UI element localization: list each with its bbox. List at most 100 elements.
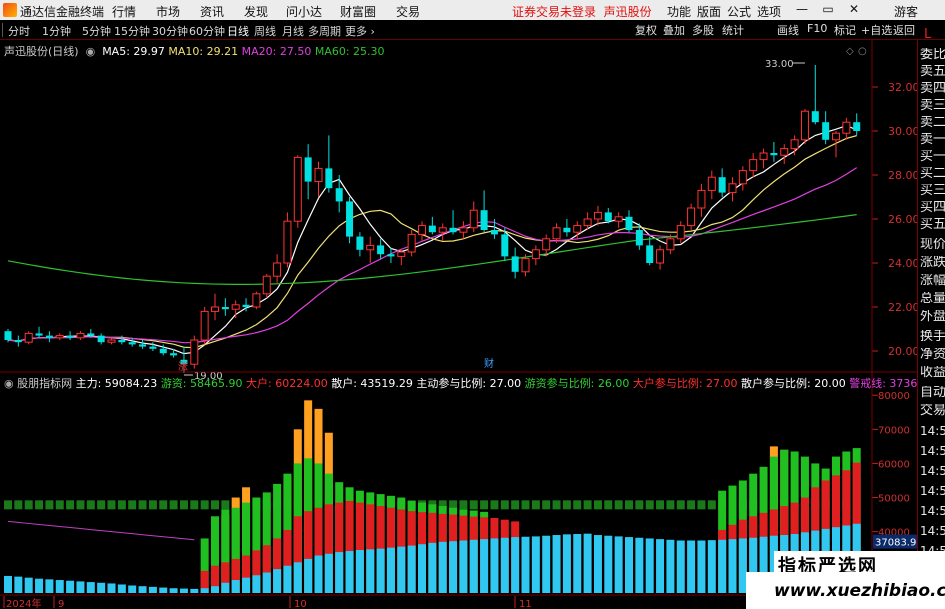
stock-chart[interactable]: 32.00 30.00 28.00 26.00 24.00 22.00 20.00 33.00… — [0, 40, 945, 609]
tab-30min[interactable]: 30分钟 — [152, 23, 188, 39]
cyan-bar — [376, 548, 385, 593]
side-item[interactable]: 收益 — [920, 366, 945, 380]
tab-1min[interactable]: 1分钟 — [42, 23, 71, 39]
dark-green-bar — [14, 500, 23, 510]
side-item[interactable]: 卖二 — [920, 116, 945, 130]
side-item[interactable]: 净资 — [920, 348, 945, 362]
tab-monthly[interactable]: 月线 — [282, 23, 304, 39]
kline-tick-label: 32.00 — [888, 81, 920, 94]
side-item[interactable]: 涨跌 — [920, 256, 945, 270]
ma60-label: MA60: 25.30 — [314, 45, 385, 58]
btn-f10[interactable]: F10 — [807, 22, 827, 35]
menu-hangqing[interactable]: 行情 — [112, 3, 136, 20]
side-item[interactable]: 涨幅 — [920, 274, 945, 288]
toolbar-separator — [2, 23, 3, 37]
side-item[interactable]: 交易 — [920, 404, 945, 418]
indicator-bars[interactable] — [4, 400, 861, 593]
indicator-settings-icon[interactable]: ◉ — [4, 377, 14, 390]
diamond-icon: ◇ — [846, 46, 854, 57]
side-item[interactable]: 总量 — [920, 292, 945, 306]
cyan-bar — [45, 579, 54, 593]
side-item[interactable]: 外盘 — [920, 310, 945, 324]
cyan-bar — [521, 536, 530, 593]
candle-body — [811, 111, 819, 123]
maximize-icon[interactable]: ▭ — [818, 0, 838, 20]
side-item[interactable]: 委比 — [920, 48, 945, 62]
tab-weekly[interactable]: 周线 — [254, 23, 276, 39]
btn-biaoji[interactable]: 标记 — [834, 22, 856, 38]
side-item[interactable]: 卖五 — [920, 65, 945, 79]
menu-shichang[interactable]: 市场 — [156, 3, 180, 20]
side-item[interactable]: 换手 — [920, 330, 945, 344]
menu-jiaoyi[interactable]: 交易 — [396, 3, 420, 20]
menu-banmian[interactable]: 版面 — [697, 3, 721, 20]
candle-body — [511, 256, 519, 272]
candle-body — [200, 310, 209, 341]
side-item[interactable]: 现价 — [920, 238, 945, 252]
tab-multi-period[interactable]: 多周期 — [308, 23, 341, 39]
cyan-bar — [324, 553, 333, 593]
side-item[interactable]: 卖四 — [920, 82, 945, 96]
tab-more[interactable]: 更多 › — [345, 23, 375, 39]
cyan-bar — [687, 540, 696, 593]
side-item[interactable]: 卖一 — [920, 133, 945, 147]
cyan-bar — [386, 547, 395, 593]
btn-back[interactable]: 返回 — [893, 22, 915, 38]
tab-15min[interactable]: 15分钟 — [114, 23, 150, 39]
btn-duogu[interactable]: 多股 — [692, 22, 714, 38]
tab-fenshi[interactable]: 分时 — [8, 23, 30, 39]
side-item[interactable]: 买四 — [920, 201, 945, 215]
candle-body — [128, 342, 136, 345]
cyan-bar — [676, 540, 685, 593]
cyan-bar — [645, 538, 654, 593]
candle-body — [325, 168, 333, 189]
candle-body — [738, 170, 747, 185]
minimize-icon[interactable]: — — [792, 0, 812, 20]
btn-fuquan[interactable]: 复权 — [635, 22, 657, 38]
menu-gongshi[interactable]: 公式 — [727, 3, 751, 20]
menu-xuanxiang[interactable]: 选项 — [757, 3, 781, 20]
candle-body — [407, 233, 416, 253]
candle-body — [190, 339, 199, 365]
menu-zixun[interactable]: 资讯 — [200, 3, 224, 20]
settings-icon[interactable]: ◉ — [82, 45, 99, 58]
menu-gongneng[interactable]: 功能 — [667, 3, 691, 20]
login-warning[interactable]: 证券交易未登录 声迅股份 — [512, 3, 652, 20]
menu-caifuquan[interactable]: 财富圈 — [340, 3, 376, 20]
candle-body — [800, 110, 809, 141]
candle-body — [221, 307, 229, 310]
side-item[interactable]: 买五 — [920, 218, 945, 232]
btn-tongji[interactable]: 统计 — [722, 22, 744, 38]
side-item[interactable]: 自动 — [920, 386, 945, 400]
dark-green-bar — [531, 500, 540, 510]
candlesticks[interactable] — [4, 65, 861, 373]
candle-body — [573, 225, 582, 233]
btn-add-favorite[interactable]: +自选 — [861, 22, 892, 38]
candle-body — [87, 333, 95, 336]
side-item[interactable]: 买三 — [920, 184, 945, 198]
btn-huaxian[interactable]: 画线 — [777, 22, 799, 38]
menu-wenxiaoda[interactable]: 问小达 — [286, 3, 322, 20]
top-mark: L — [924, 27, 932, 42]
btn-diejia[interactable]: 叠加 — [663, 22, 685, 38]
side-item[interactable]: 买一 — [920, 150, 945, 164]
candle-body — [283, 220, 292, 264]
candle-body — [231, 304, 240, 310]
cyan-bar — [666, 539, 675, 593]
dark-green-bar — [138, 500, 147, 510]
cyan-bar — [24, 577, 33, 593]
tab-60min[interactable]: 60分钟 — [189, 23, 225, 39]
side-item[interactable]: 买二 — [920, 167, 945, 181]
candle-body — [66, 335, 74, 338]
side-item[interactable]: 卖三 — [920, 99, 945, 113]
tab-daily[interactable]: 日线 — [227, 23, 249, 39]
menu-faxian[interactable]: 发现 — [244, 3, 268, 20]
tab-5min[interactable]: 5分钟 — [82, 23, 111, 39]
cyan-bar — [293, 562, 302, 593]
cyan-bar — [604, 535, 613, 593]
candle-body — [687, 207, 696, 227]
close-icon[interactable]: ✕ — [844, 0, 864, 20]
youzi-ratio-label: 游资参与比例: 26.00 — [524, 377, 630, 390]
guest-label[interactable]: 游客 — [894, 3, 918, 20]
dark-green-bar — [211, 500, 219, 510]
